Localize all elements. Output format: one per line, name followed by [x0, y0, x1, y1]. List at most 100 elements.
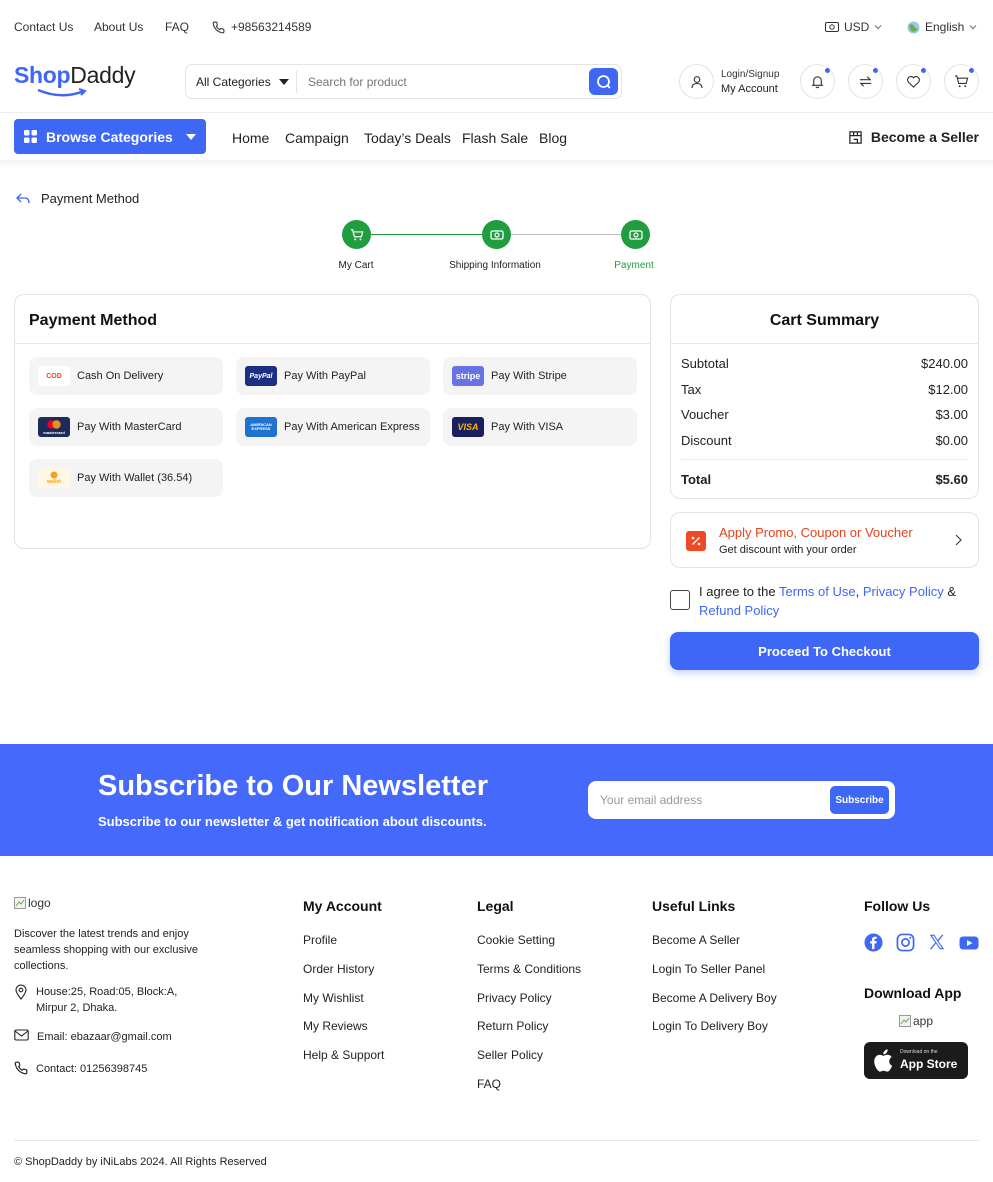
footer-link-order-history[interactable]: Order History	[303, 962, 374, 976]
cart-summary-title: Cart Summary	[769, 312, 880, 329]
footer-link-cookie[interactable]: Cookie Setting	[477, 933, 555, 947]
location-pin-icon	[14, 984, 28, 1016]
broken-image-icon	[899, 1015, 911, 1027]
payment-option-mastercard[interactable]: mastercard Pay With MasterCard	[29, 408, 223, 446]
terms-of-use-link[interactable]: Terms of Use	[779, 584, 856, 599]
terms-checkbox[interactable]	[670, 590, 690, 610]
notification-dot	[824, 67, 831, 74]
step-line-complete	[371, 234, 482, 235]
promo-title: Apply Promo, Coupon or Voucher	[719, 525, 913, 540]
become-seller-link[interactable]: Become a Seller	[848, 129, 979, 145]
app-store-button[interactable]: Download on the App Store	[864, 1042, 968, 1079]
footer-link-seller-panel[interactable]: Login To Seller Panel	[652, 962, 765, 976]
caret-down-icon	[186, 133, 196, 140]
payment-option-amex[interactable]: AMERICAN EXPRESS Pay With American Expre…	[236, 408, 430, 446]
payment-option-stripe[interactable]: stripe Pay With Stripe	[443, 357, 637, 395]
footer-link-delivery-boy[interactable]: Become A Delivery Boy	[652, 991, 777, 1005]
payment-option-label: Pay With MasterCard	[77, 421, 182, 433]
become-seller-label: Become a Seller	[870, 129, 979, 145]
privacy-policy-link[interactable]: Privacy Policy	[863, 584, 944, 599]
footer-useful-links-title: Useful Links	[652, 898, 736, 914]
footer-link-profile[interactable]: Profile	[303, 933, 337, 947]
search-input[interactable]	[308, 75, 578, 89]
summary-row-tax: Tax $12.00	[681, 382, 968, 397]
footer-link-become-seller[interactable]: Become A Seller	[652, 933, 740, 947]
newsletter-email-input[interactable]: Your email address	[600, 793, 702, 807]
about-us-link[interactable]: About Us	[94, 20, 143, 34]
footer-link-seller-policy[interactable]: Seller Policy	[477, 1048, 543, 1062]
search-divider	[296, 71, 297, 93]
chevron-right-icon	[955, 534, 962, 546]
nav-todays-deals[interactable]: Today’s Deals	[364, 130, 451, 146]
language-selector[interactable]: English	[907, 20, 977, 34]
footer-link-reviews[interactable]: My Reviews	[303, 1019, 368, 1033]
logo-smile-icon	[37, 88, 87, 97]
stripe-icon-text: stripe	[455, 371, 481, 381]
footer-link-delivery-login[interactable]: Login To Delivery Boy	[652, 1019, 768, 1033]
money-icon	[489, 229, 504, 241]
cart-icon	[350, 228, 364, 242]
payment-option-paypal[interactable]: PayPal Pay With PayPal	[236, 357, 430, 395]
mastercard-circles	[47, 420, 61, 429]
account-button[interactable]	[679, 64, 714, 99]
nav-home[interactable]: Home	[232, 130, 269, 146]
stripe-icon: stripe	[452, 366, 484, 386]
footer-logo[interactable]: logo	[14, 896, 51, 910]
terms-ampersand: &	[943, 584, 957, 599]
phone-number[interactable]: +98563214589	[212, 20, 311, 34]
payment-option-cod[interactable]: COD Cash On Delivery	[29, 357, 223, 395]
compare-arrows-icon	[858, 74, 873, 89]
nav-blog[interactable]: Blog	[539, 130, 567, 146]
contact-us-link[interactable]: Contact Us	[14, 20, 73, 34]
footer-link-help[interactable]: Help & Support	[303, 1048, 384, 1062]
category-dropdown[interactable]: All Categories	[196, 75, 289, 89]
header-divider	[0, 112, 993, 113]
instagram-icon[interactable]	[896, 933, 916, 953]
shopdaddy-logo[interactable]: ShopDaddy	[14, 62, 136, 97]
app-image-alt: app	[913, 1014, 934, 1028]
refund-policy-link[interactable]: Refund Policy	[699, 603, 779, 618]
my-account-label: My Account	[721, 83, 778, 95]
breadcrumb-title: Payment Method	[41, 191, 140, 206]
footer-email-text: Email: ebazaar@gmail.com	[37, 1031, 172, 1043]
compare-button[interactable]	[848, 64, 883, 99]
footer-link-return[interactable]: Return Policy	[477, 1019, 548, 1033]
search-bar: All Categories	[185, 64, 622, 99]
nav-flash-sale[interactable]: Flash Sale	[462, 130, 528, 146]
youtube-icon[interactable]	[959, 933, 979, 953]
subscribe-button[interactable]: Subscribe	[830, 786, 889, 814]
footer-link-privacy[interactable]: Privacy Policy	[477, 991, 552, 1005]
account-labels[interactable]: Login/Signup My Account	[721, 69, 779, 95]
step-cart	[342, 220, 371, 249]
wishlist-button[interactable]	[896, 64, 931, 99]
back-link[interactable]: Payment Method	[16, 191, 139, 206]
wallet-icon: wallet	[38, 468, 70, 488]
cart-button[interactable]	[944, 64, 979, 99]
payment-option-wallet[interactable]: wallet Pay With Wallet (36.54)	[29, 459, 223, 497]
x-twitter-icon[interactable]	[928, 933, 948, 953]
footer-email: Email: ebazaar@gmail.com	[14, 1029, 172, 1045]
mastercard-icon-text: mastercard	[43, 430, 65, 435]
proceed-to-checkout-button[interactable]: Proceed To Checkout	[670, 632, 979, 670]
promo-coupon-button[interactable]: Apply Promo, Coupon or Voucher Get disco…	[670, 512, 979, 568]
footer-link-faq[interactable]: FAQ	[477, 1077, 501, 1091]
footer-download-title: Download App	[864, 985, 962, 1001]
logo-text-shop: Shop	[14, 62, 71, 88]
payment-option-visa[interactable]: VISA Pay With VISA	[443, 408, 637, 446]
facebook-icon[interactable]	[864, 933, 884, 953]
broken-image-icon	[14, 897, 26, 909]
faq-link[interactable]: FAQ	[165, 20, 189, 34]
search-button[interactable]	[589, 68, 618, 95]
currency-selector[interactable]: USD	[825, 20, 882, 34]
terms-prefix: I agree to the	[699, 584, 779, 599]
browse-categories-button[interactable]: Browse Categories	[14, 119, 206, 154]
footer-link-terms[interactable]: Terms & Conditions	[477, 962, 581, 976]
footer-link-wishlist[interactable]: My Wishlist	[303, 991, 364, 1005]
footer-description: Discover the latest trends and enjoy sea…	[14, 928, 199, 972]
nav-campaign[interactable]: Campaign	[285, 130, 349, 146]
summary-label: Subtotal	[681, 356, 729, 371]
step-label-shipping: Shipping Information	[449, 260, 541, 271]
notification-button[interactable]	[800, 64, 835, 99]
grid-icon	[24, 130, 37, 143]
currency-label: USD	[844, 20, 870, 34]
